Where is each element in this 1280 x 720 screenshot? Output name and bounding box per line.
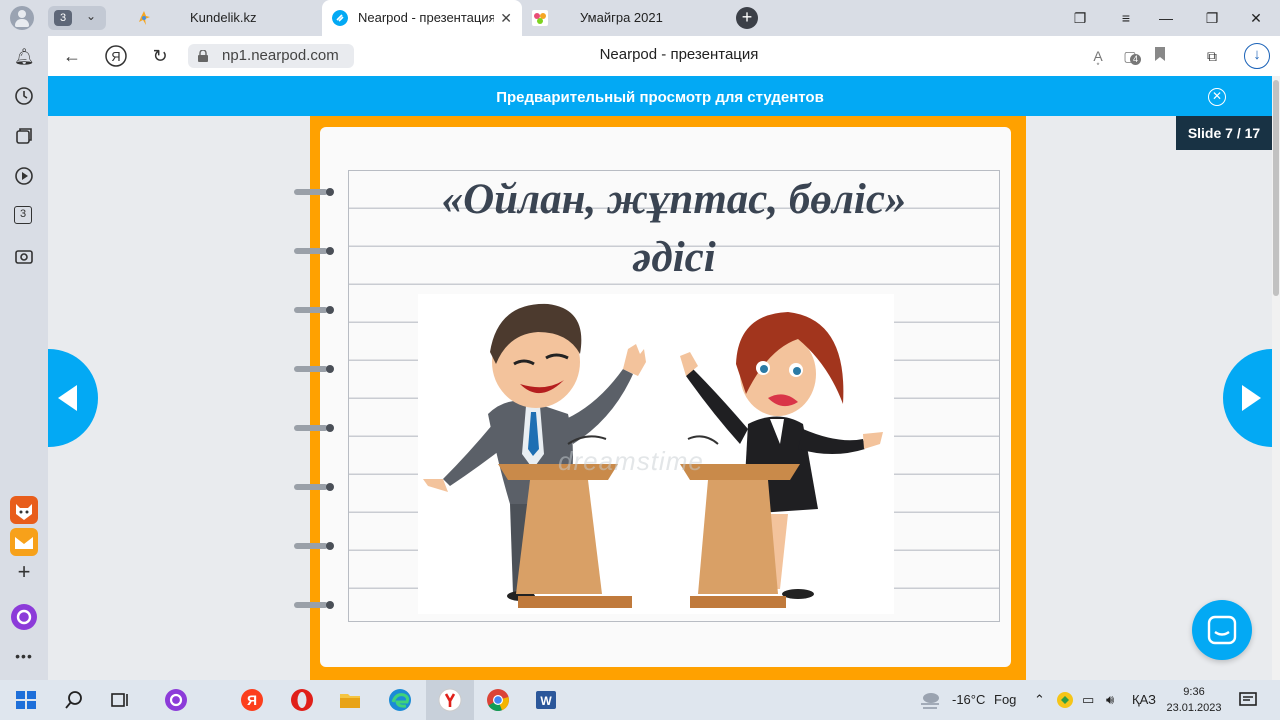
add-panel-icon[interactable]: + [14, 561, 34, 583]
slide-frame: «Ойлан, жұптас, бөліс» әдісі dreamstime [294, 116, 1026, 680]
download-icon[interactable]: ↓ [1244, 43, 1270, 69]
binder-ring-icon [294, 365, 334, 373]
stock-watermark: dreamstime [558, 446, 704, 476]
student-preview-banner: Предварительный просмотр для студентов ✕ [48, 76, 1272, 116]
tab-title: Умайгра 2021 [580, 10, 663, 25]
edge-icon[interactable] [388, 688, 412, 712]
system-clock[interactable]: 9:36 23.01.2023 [1160, 684, 1228, 716]
slide-title: «Ойлан, жұптас, бөліс» әдісі [348, 171, 1000, 287]
arrow-right-icon [1242, 385, 1261, 411]
binder-ring-icon [294, 483, 334, 491]
kundelik-favicon-icon [139, 11, 150, 25]
tab-group-button[interactable]: 3 ⌄ [48, 6, 106, 30]
collections-icon[interactable]: ⧉ [1202, 46, 1222, 66]
tab-kundelik[interactable]: Kundelik.kz [126, 0, 322, 36]
tabs-count-icon[interactable]: 3 [14, 206, 34, 226]
nearpod-viewer: Предварительный просмотр для студентов ✕… [48, 76, 1272, 680]
alice-taskbar-icon[interactable] [164, 688, 188, 712]
file-explorer-icon[interactable] [338, 688, 362, 712]
mail-app-icon[interactable] [10, 528, 38, 556]
scrollbar-thumb[interactable] [1273, 80, 1279, 296]
weather-description[interactable]: Fog [994, 692, 1016, 707]
more-icon[interactable]: ••• [14, 646, 34, 666]
history-icon[interactable] [14, 86, 34, 106]
tabs-count: 3 [14, 206, 32, 224]
new-tab-button[interactable]: + [736, 7, 758, 29]
nearpod-favicon-icon [332, 10, 348, 26]
browser-tab-bar: 3 ⌄ Kundelik.kz Nearpod - презентация ✕ … [0, 0, 1280, 36]
binder-ring-icon [294, 247, 334, 255]
tab-group-count: 3 [54, 10, 72, 26]
language-indicator[interactable]: ҚАЗ [1132, 692, 1156, 707]
word-icon[interactable]: W [534, 688, 558, 712]
binder-ring-icon [294, 424, 334, 432]
browser-sidebar: 🔔︎ 3 + ••• [0, 36, 48, 680]
binder-ring-icon [294, 542, 334, 550]
tab-nearpod[interactable]: Nearpod - презентация ✕ [322, 0, 522, 36]
bookmark-icon[interactable] [1150, 46, 1170, 66]
windows-start-icon[interactable] [14, 688, 38, 712]
menu-icon[interactable]: ≡ [1106, 0, 1146, 36]
volume-icon[interactable]: 🔊︎ [1106, 692, 1114, 708]
windows-taskbar: Я W -16°C Fog ⌃ ▭ 🔊︎ ҚАЗ 9:36 23.01.2023 [0, 680, 1280, 720]
tab-umaigra[interactable]: Умайгра 2021 [522, 0, 722, 36]
task-view-icon[interactable] [108, 688, 132, 712]
translate-icon[interactable]: A͙ [1088, 46, 1108, 66]
profile-icon[interactable] [10, 6, 34, 30]
notifications-icon[interactable]: 🔔︎ [14, 48, 34, 68]
chat-support-button[interactable] [1192, 600, 1252, 660]
weather-fog-icon [921, 693, 939, 709]
banner-text: Предварительный просмотр для студентов [496, 89, 824, 106]
clock-date: 23.01.2023 [1166, 702, 1222, 714]
opera-icon[interactable] [290, 688, 314, 712]
extension-badge: 4 [1130, 54, 1141, 65]
svg-text:Я: Я [247, 692, 257, 708]
weather-temperature[interactable]: -16°C [952, 692, 985, 707]
address-bar: ← Я ↻ np1.nearpod.com Nearpod - презента… [48, 36, 1280, 76]
umaigra-favicon-icon [532, 10, 548, 26]
notification-center-icon[interactable] [1238, 690, 1258, 710]
notebook-page: «Ойлан, жұптас, бөліс» әдісі dreamstime [294, 127, 1011, 667]
tab-title: Kundelik.kz [190, 10, 257, 25]
restore-button[interactable]: ❐ [1192, 0, 1232, 36]
video-icon[interactable] [14, 166, 34, 186]
tab-title: Nearpod - презентация [358, 10, 494, 25]
slide-indicator: Slide 7 / 17 [1176, 116, 1272, 150]
search-icon[interactable] [62, 688, 86, 712]
binder-ring-icon [294, 188, 334, 196]
yandex-browser-icon[interactable] [438, 688, 462, 712]
chat-icon [1207, 615, 1237, 645]
close-banner-icon[interactable]: ✕ [1208, 88, 1226, 106]
clock-time: 9:36 [1183, 686, 1205, 698]
binder-ring-icon [294, 306, 334, 314]
antivirus-tray-icon[interactable] [1056, 691, 1074, 709]
yandex-taskbar-icon[interactable]: Я [240, 688, 264, 712]
slide-title-line2: әдісі [632, 234, 716, 281]
network-icon[interactable]: ▭ [1082, 692, 1094, 708]
slide-title-line1: «Ойлан, жұптас, бөліс» [441, 176, 907, 223]
collections-icon[interactable] [14, 126, 34, 146]
chevron-down-icon: ⌄ [86, 9, 97, 23]
extension-icon[interactable]: 4▢ [1120, 46, 1141, 66]
fox-app-icon[interactable] [10, 496, 38, 524]
binder-ring-icon [294, 601, 334, 609]
next-slide-button[interactable] [1223, 349, 1272, 447]
page-scrollbar[interactable] [1272, 76, 1280, 680]
close-window-button[interactable]: ✕ [1236, 0, 1276, 36]
screenshot-icon[interactable] [14, 246, 34, 266]
minimize-button[interactable]: — [1146, 0, 1186, 36]
svg-text:W: W [540, 694, 552, 708]
alice-assistant-icon[interactable] [11, 604, 37, 630]
chrome-icon[interactable] [486, 688, 510, 712]
close-tab-icon[interactable]: ✕ [500, 0, 512, 36]
debate-illustration: dreamstime [418, 294, 894, 614]
tab-manager-icon[interactable]: ❐ [1060, 0, 1100, 36]
arrow-left-icon [58, 385, 77, 411]
chevron-up-icon[interactable]: ⌃ [1034, 692, 1045, 708]
previous-slide-button[interactable] [48, 349, 98, 447]
